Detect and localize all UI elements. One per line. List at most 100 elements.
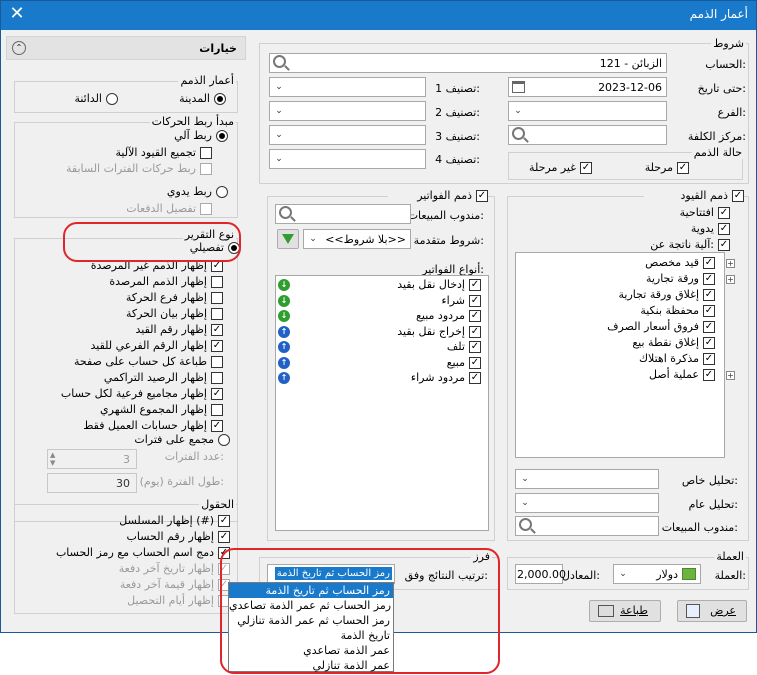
spin-arrows-icon[interactable]: ▲ ▼: [50, 451, 55, 467]
until-date-input[interactable]: 2023-12-06: [508, 77, 667, 97]
advanced-select[interactable]: ⌄ <<بلا شروط>>: [303, 229, 411, 249]
report-option-2-checkbox[interactable]: إظهار فرع الحركة: [53, 291, 223, 307]
field-option-1-box[interactable]: ✓: [218, 531, 230, 543]
credit-radio[interactable]: الدائنة: [28, 92, 118, 108]
opening-box[interactable]: ✓: [718, 207, 730, 219]
report-option-2-box[interactable]: [211, 292, 223, 304]
tree-item[interactable]: ✓ فروق أسعار الصرف: [601, 320, 715, 336]
report-option-4-checkbox[interactable]: ✓ إظهار رقم القيد: [53, 323, 223, 339]
report-option-9-checkbox[interactable]: إظهار المجموع الشهري: [53, 403, 223, 419]
chevron-down-icon[interactable]: ⌄: [516, 494, 534, 512]
chevron-down-icon[interactable]: ⌄: [304, 230, 322, 248]
search-icon[interactable]: [279, 206, 292, 219]
invoice-type-item[interactable]: ↑ ✓ تلف: [277, 340, 485, 356]
auto-link-dot[interactable]: [216, 130, 228, 142]
debit-radio-dot[interactable]: [214, 93, 226, 105]
debit-radio[interactable]: المدينة: [136, 92, 226, 108]
report-option-1-box[interactable]: [211, 276, 223, 288]
staged-checkbox[interactable]: ✓ مرحلة: [609, 161, 689, 177]
group-auto-checkbox[interactable]: تجميع القيود الآلية: [52, 146, 212, 162]
tree-item-box[interactable]: ✓: [703, 305, 715, 317]
invoice-type-item[interactable]: ↓ ✓ مردود مبيع: [277, 309, 485, 325]
report-option-5-box[interactable]: ✓: [211, 340, 223, 352]
payment-detail-box[interactable]: [200, 203, 212, 215]
chevron-down-icon[interactable]: ⌄: [270, 126, 288, 144]
report-option-10-box[interactable]: ✓: [211, 420, 223, 432]
invoice-type-box[interactable]: ✓: [469, 356, 481, 369]
field-option-5-checkbox[interactable]: إظهار أيام التحصيل: [30, 594, 230, 610]
invoice-type-item[interactable]: ↑ ✓ مردود شراء: [277, 371, 485, 387]
unstaged-box[interactable]: ✓: [580, 162, 592, 174]
invoice-type-item[interactable]: ↓ ✓ إدخال نقل بقيد: [277, 278, 485, 294]
report-option-3-box[interactable]: [211, 308, 223, 320]
report-option-1-checkbox[interactable]: إظهار الذمم المرصدة: [53, 275, 223, 291]
expand-icon[interactable]: +: [726, 275, 735, 284]
manual-link-dot[interactable]: [216, 186, 228, 198]
report-option-7-box[interactable]: [211, 372, 223, 384]
invoice-type-box[interactable]: ✓: [469, 310, 481, 322]
invoices-checkbox[interactable]: ✓ ذمم الفواتير: [388, 189, 488, 205]
chevron-down-icon[interactable]: ⌄: [516, 470, 534, 488]
invoice-type-box[interactable]: ✓: [469, 372, 481, 384]
tree-item-box[interactable]: ✓: [703, 289, 715, 301]
invoice-type-item[interactable]: ↑ ✓ إخراج نقل بقيد: [277, 325, 485, 341]
class1-select[interactable]: ⌄: [269, 77, 426, 97]
calendar-icon[interactable]: [512, 81, 525, 93]
special-analysis-select[interactable]: ⌄: [515, 469, 659, 489]
entries-checkbox[interactable]: ✓ ذمم القيود: [644, 189, 744, 205]
entries-box[interactable]: ✓: [732, 190, 744, 202]
tree-item[interactable]: ✓ قيد مخصص +: [601, 256, 735, 272]
tree-item[interactable]: ✓ عملية أصل +: [601, 368, 735, 384]
class3-select[interactable]: ⌄: [269, 125, 426, 145]
report-option-8-checkbox[interactable]: ✓ إظهار مجاميع فرعية لكل حساب: [53, 387, 223, 403]
invoice-type-box[interactable]: ✓: [469, 325, 481, 338]
staged-box[interactable]: ✓: [677, 162, 689, 174]
field-option-0-checkbox[interactable]: ✓ إظهار المسلسل (#): [30, 514, 230, 530]
manual-entries-box[interactable]: ✓: [718, 223, 730, 235]
tree-item[interactable]: ✓ مذكرة اهتلاك: [601, 352, 715, 368]
invoice-type-item[interactable]: ↓ ✓ شراء: [277, 294, 485, 310]
group-auto-box[interactable]: [200, 147, 212, 159]
periods-dot[interactable]: [218, 434, 230, 446]
field-option-4-checkbox[interactable]: ✓ إظهار قيمة آخر دفعة: [30, 578, 230, 594]
account-input[interactable]: 121 - الزبائن: [269, 53, 667, 73]
search-icon[interactable]: [273, 55, 286, 68]
payment-detail-checkbox[interactable]: تفصيل الدفعات: [52, 202, 212, 218]
entry-sales-rep-input[interactable]: [515, 516, 659, 536]
report-option-8-box[interactable]: ✓: [211, 388, 223, 400]
invoice-type-box[interactable]: ✓: [469, 294, 481, 307]
collapse-icon[interactable]: ⌃: [12, 41, 26, 55]
filter-button[interactable]: [277, 229, 299, 249]
credit-radio-dot[interactable]: [106, 93, 118, 105]
report-option-6-checkbox[interactable]: طباعة كل حساب على صفحة: [53, 355, 223, 371]
invoice-type-box[interactable]: ✓: [469, 341, 481, 353]
invoices-box[interactable]: ✓: [476, 190, 488, 202]
manual-link-radio[interactable]: ربط يدوي: [108, 185, 228, 201]
auto-link-radio[interactable]: ربط آلي: [108, 129, 228, 145]
field-option-2-checkbox[interactable]: ✓ دمج اسم الحساب مع رمز الحساب: [30, 546, 230, 562]
tree-item-box[interactable]: ✓: [703, 257, 715, 269]
tree-item-box[interactable]: ✓: [703, 321, 715, 333]
chevron-down-icon[interactable]: ⌄: [270, 102, 288, 120]
chevron-down-icon[interactable]: ⌄: [270, 78, 288, 96]
report-option-7-checkbox[interactable]: إظهار الرصيد التراكمي: [53, 371, 223, 387]
search-icon[interactable]: [519, 518, 532, 531]
field-option-0-box[interactable]: ✓: [218, 515, 230, 527]
rate-input[interactable]: 2,000.00: [515, 564, 566, 584]
invoice-type-item[interactable]: ↑ ✓ مبيع: [277, 356, 485, 372]
report-option-6-box[interactable]: [211, 356, 223, 368]
search-icon[interactable]: [512, 127, 525, 140]
tree-item[interactable]: ✓ إغلاق نقطة بيع: [601, 336, 715, 352]
tree-item-box[interactable]: ✓: [703, 337, 715, 349]
expand-icon[interactable]: +: [726, 259, 735, 268]
invoice-sales-rep-input[interactable]: [275, 204, 411, 224]
link-prev-box[interactable]: [200, 163, 212, 175]
auto-from-box[interactable]: ✓: [718, 239, 730, 251]
opening-checkbox[interactable]: ✓ افتتاحية: [630, 206, 730, 222]
tree-item[interactable]: ✓ محفظة بنكية: [601, 304, 715, 320]
chevron-down-icon[interactable]: ⌄: [270, 150, 288, 168]
chevron-down-icon[interactable]: ⌄: [614, 565, 632, 583]
cost-center-input[interactable]: [508, 125, 667, 145]
period-length-input[interactable]: 30: [47, 473, 137, 493]
chevron-down-icon[interactable]: ⌄: [509, 102, 527, 120]
